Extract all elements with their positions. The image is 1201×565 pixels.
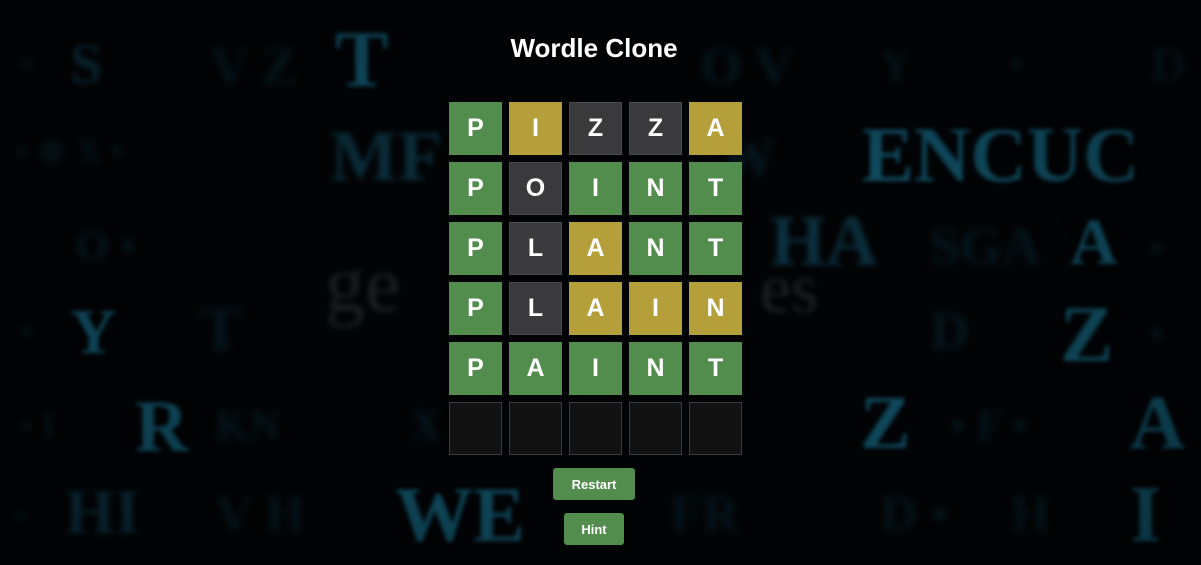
board-tile: N (629, 342, 682, 395)
board-tile (629, 402, 682, 455)
board-tile: P (449, 282, 502, 335)
board-tile: T (689, 162, 742, 215)
board-tile: P (449, 342, 502, 395)
board-tile: I (509, 102, 562, 155)
board-tile: O (509, 162, 562, 215)
board-tile: I (569, 162, 622, 215)
board-tile: N (689, 282, 742, 335)
game-board: PIZZAPOINTPLANTPLAINPAINT (449, 102, 742, 455)
board-tile: L (509, 282, 562, 335)
board-tile: N (629, 222, 682, 275)
game-container: Wordle Clone PIZZAPOINTPLANTPLAINPAINT R… (0, 0, 1201, 565)
board-tile (569, 402, 622, 455)
board-tile: A (569, 282, 622, 335)
board-tile: P (449, 102, 502, 155)
board-tile (449, 402, 502, 455)
board-tile: P (449, 222, 502, 275)
board-tile: L (509, 222, 562, 275)
hint-button[interactable]: Hint (564, 513, 624, 545)
board-tile: I (569, 342, 622, 395)
board-tile: P (449, 162, 502, 215)
restart-button[interactable]: Restart (553, 468, 635, 500)
board-tile: A (569, 222, 622, 275)
board-tile: N (629, 162, 682, 215)
board-tile (509, 402, 562, 455)
board-tile: I (629, 282, 682, 335)
board-tile: T (689, 342, 742, 395)
page-title: Wordle Clone (510, 33, 678, 63)
board-tile: Z (569, 102, 622, 155)
board-tile: Z (629, 102, 682, 155)
board-tile: T (689, 222, 742, 275)
board-tile: A (509, 342, 562, 395)
board-tile (689, 402, 742, 455)
board-tile: A (689, 102, 742, 155)
